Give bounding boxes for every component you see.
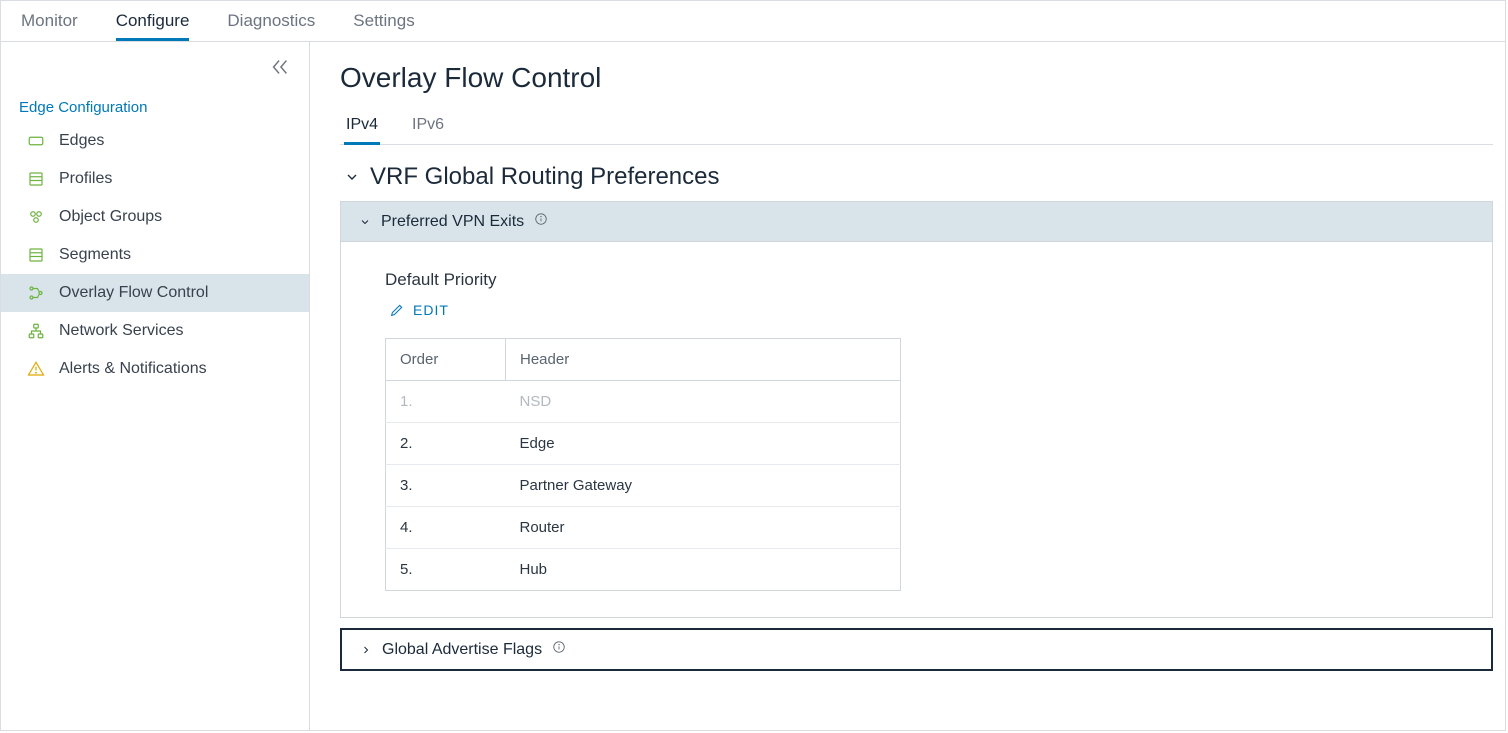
tab-configure[interactable]: Configure [116, 11, 190, 41]
sidebar-collapse-icon[interactable] [269, 56, 291, 83]
default-priority-label: Default Priority [385, 270, 1448, 290]
sidebar-item-label: Edges [59, 132, 104, 150]
pencil-icon [389, 302, 405, 318]
page-title: Overlay Flow Control [340, 62, 1493, 94]
edit-button[interactable]: EDIT [389, 302, 1448, 318]
cell-header: NSD [506, 381, 901, 423]
subtab-ipv6[interactable]: IPv6 [410, 112, 446, 144]
info-icon[interactable] [552, 640, 566, 659]
sidebar-item-network-services[interactable]: Network Services [1, 312, 309, 350]
info-icon[interactable] [534, 212, 548, 231]
cell-header: Hub [506, 549, 901, 591]
sidebar-item-label: Profiles [59, 170, 112, 188]
chevron-down-icon [344, 169, 360, 185]
priority-table: Order Header 1. NSD 2. Edge [385, 338, 901, 591]
profiles-icon [27, 170, 45, 188]
sidebar-item-label: Network Services [59, 322, 183, 340]
section-title: VRF Global Routing Preferences [370, 163, 720, 191]
panel-preferred-vpn-exits-header[interactable]: Preferred VPN Exits [340, 201, 1493, 242]
panel-preferred-vpn-exits-body: Default Priority EDIT Order Header 1. [340, 242, 1493, 618]
tab-settings[interactable]: Settings [353, 11, 414, 41]
edges-icon [27, 132, 45, 150]
sidebar-item-edges[interactable]: Edges [1, 122, 309, 160]
alerts-icon [27, 360, 45, 378]
col-header: Header [506, 339, 901, 381]
table-row: 4. Router [386, 507, 901, 549]
table-row: 1. NSD [386, 381, 901, 423]
table-row: 5. Hub [386, 549, 901, 591]
network-services-icon [27, 322, 45, 340]
tab-monitor[interactable]: Monitor [21, 11, 78, 41]
object-groups-icon [27, 208, 45, 226]
cell-order: 3. [386, 465, 506, 507]
panel-title: Preferred VPN Exits [381, 213, 524, 231]
chevron-right-icon [360, 644, 372, 656]
sidebar-item-label: Overlay Flow Control [59, 284, 208, 302]
cell-order: 2. [386, 423, 506, 465]
top-tabs: Monitor Configure Diagnostics Settings [1, 1, 1505, 42]
table-row: 2. Edge [386, 423, 901, 465]
sub-tabs: IPv4 IPv6 [340, 112, 1493, 145]
panel-title: Global Advertise Flags [382, 641, 542, 659]
cell-header: Partner Gateway [506, 465, 901, 507]
panel-global-advertise-flags[interactable]: Global Advertise Flags [340, 628, 1493, 671]
cell-header: Router [506, 507, 901, 549]
cell-order: 1. [386, 381, 506, 423]
table-row: 3. Partner Gateway [386, 465, 901, 507]
tab-diagnostics[interactable]: Diagnostics [227, 11, 315, 41]
segments-icon [27, 246, 45, 264]
sidebar-item-segments[interactable]: Segments [1, 236, 309, 274]
sidebar-item-label: Alerts & Notifications [59, 360, 207, 378]
sidebar-item-alerts[interactable]: Alerts & Notifications [1, 350, 309, 388]
sidebar-item-overlay-flow-control[interactable]: Overlay Flow Control [1, 274, 309, 312]
section-vrf-header[interactable]: VRF Global Routing Preferences [340, 163, 1493, 191]
main-content: Overlay Flow Control IPv4 IPv6 VRF Globa… [310, 42, 1505, 730]
overlay-flow-icon [27, 284, 45, 302]
sidebar: Edge Configuration Edges Profiles Object… [1, 42, 310, 730]
cell-header: Edge [506, 423, 901, 465]
sidebar-item-object-groups[interactable]: Object Groups [1, 198, 309, 236]
sidebar-section-header: Edge Configuration [1, 91, 309, 122]
sidebar-item-profiles[interactable]: Profiles [1, 160, 309, 198]
sidebar-item-label: Segments [59, 246, 131, 264]
col-order: Order [386, 339, 506, 381]
chevron-down-icon [359, 216, 371, 228]
edit-label: EDIT [413, 302, 449, 318]
cell-order: 5. [386, 549, 506, 591]
subtab-ipv4[interactable]: IPv4 [344, 112, 380, 145]
sidebar-item-label: Object Groups [59, 208, 162, 226]
cell-order: 4. [386, 507, 506, 549]
